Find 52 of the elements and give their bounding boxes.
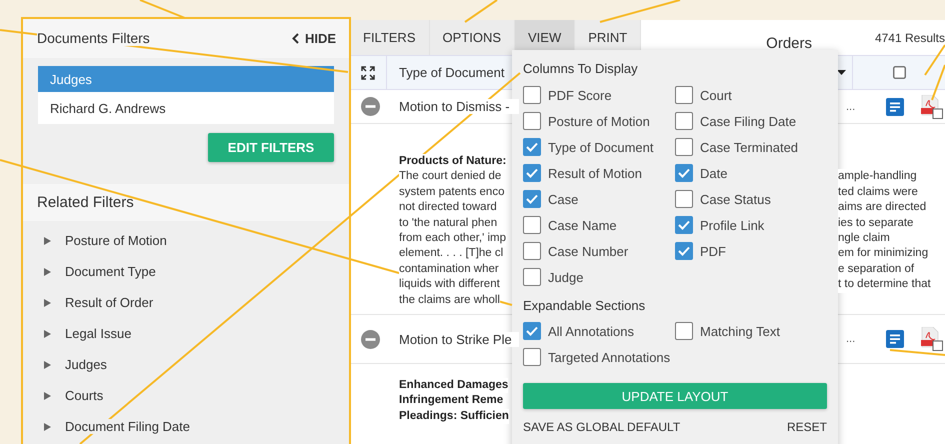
checkbox-label[interactable]: Case Number [523, 238, 675, 264]
summary-text: liquids with different [399, 277, 500, 293]
checkbox-label[interactable]: Matching Text [675, 318, 827, 344]
filter-group-item[interactable]: Courts [44, 380, 350, 411]
summary-text: ngle claim [838, 231, 890, 246]
checkbox-label[interactable]: Judge [523, 264, 675, 290]
summary-heading: Pleadings: Sufficien [399, 408, 509, 424]
menu-section-title: Columns To Display [523, 61, 639, 76]
checkbox-label[interactable]: Date [675, 160, 827, 186]
checkbox-label[interactable]: PDF [675, 238, 827, 264]
results-count: 4741 Results [874, 30, 945, 44]
filter-item[interactable]: Richard G. Andrews [38, 92, 334, 124]
summary-heading: Products of Nature: [399, 154, 506, 170]
checkbox-label[interactable]: PDF Score [523, 82, 675, 108]
document-title[interactable]: Motion to Dismiss - [399, 99, 519, 114]
document-title[interactable]: Motion to Strike Ple [399, 332, 519, 347]
checkbox-label[interactable]: All Annotations [523, 318, 675, 344]
section-title: Related Filters [37, 194, 134, 211]
hide-button[interactable]: HIDE [292, 30, 336, 46]
filter-group-item[interactable]: Posture of Motion [44, 225, 350, 256]
filter-group-item[interactable]: Document Type [44, 256, 350, 287]
filter-group-item[interactable]: Judges [44, 349, 350, 380]
checkbox-label[interactable]: Targeted Annotations [523, 344, 675, 370]
save-default-link[interactable]: SAVE AS GLOBAL DEFAULT [523, 420, 680, 434]
summary-text: to 'the natural phen [399, 216, 498, 232]
summary-text: system patents enco [399, 184, 504, 200]
reset-link[interactable]: RESET [786, 420, 827, 434]
checkbox-label[interactable]: Type of Document [523, 134, 675, 160]
summary-heading: Enhanced Damages [399, 378, 508, 394]
toolbar-tab[interactable]: OPTIONS [430, 20, 516, 55]
toolbar-tab[interactable]: FILTERS [350, 20, 430, 55]
summary-text: from each other,' imp [399, 231, 506, 246]
filter-group-item[interactable]: Document Filing Date [44, 411, 350, 442]
truncation-ellipsis: ... [846, 100, 856, 112]
menu-section-title: Expandable Sections [523, 298, 646, 313]
panel-title: Documents Filters [37, 30, 150, 46]
checkbox-label[interactable]: Case Terminated [675, 134, 827, 160]
summary-text: e separation of [838, 262, 914, 278]
checkbox-label[interactable]: Case Filing Date [675, 108, 827, 134]
results-title: Orders [766, 35, 812, 52]
summary-text: ies to separate [838, 216, 914, 232]
checkbox-label[interactable]: Case Name [523, 212, 675, 238]
filter-group-item[interactable]: Legal Issue [44, 318, 350, 349]
checkbox-label[interactable]: Case [523, 186, 675, 212]
filter-group-item[interactable]: Result of Order [44, 287, 350, 318]
checkbox-label[interactable]: Result of Motion [523, 160, 675, 186]
checkbox-label[interactable]: Posture of Motion [523, 108, 675, 134]
summary-text: contamination wher [399, 262, 499, 278]
checkbox-label[interactable]: Profile Link [675, 212, 827, 238]
truncation-ellipsis: ... [846, 333, 856, 346]
checkbox-label[interactable]: Court [675, 82, 827, 108]
checkbox-label[interactable]: Case Status [675, 186, 827, 212]
